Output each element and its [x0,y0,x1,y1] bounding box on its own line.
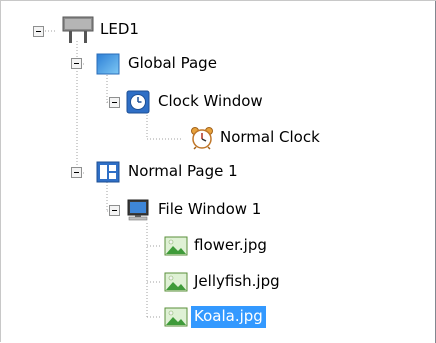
collapse-toggle-led1[interactable] [33,26,44,37]
tree-node-label: Normal Page 1 [128,162,238,180]
image-file-icon [163,270,189,294]
tree-node-flower-jpg[interactable]: flower.jpg [191,234,270,258]
tree-node-jellyfish-jpg[interactable]: Jellyfish.jpg [191,270,283,294]
page-layout-icon [95,160,121,184]
tree-node-label: Clock Window [158,92,263,110]
tree-node-koala-jpg[interactable]: Koala.jpg [191,305,266,329]
tree-node-led1[interactable]: LED1 [97,18,142,42]
collapse-toggle-clock-window[interactable] [109,97,120,108]
image-file-icon [163,305,189,329]
clock-window-icon [125,90,151,114]
collapse-toggle-normal-page-1[interactable] [71,167,82,178]
tree-node-file-window-1[interactable]: File Window 1 [155,198,264,222]
tree-node-label: Normal Clock [220,128,320,146]
image-file-icon [163,234,189,258]
tree-node-label: Global Page [128,54,217,72]
tree-node-label: File Window 1 [158,200,262,218]
page-icon [95,52,121,76]
led-screen-icon [61,15,95,45]
collapse-toggle-global-page[interactable] [71,58,82,69]
alarm-clock-icon [189,126,215,150]
computer-monitor-icon [125,198,151,222]
tree-node-global-page[interactable]: Global Page [125,52,220,76]
tree-view-panel: LED1 Global Page Clock Window Normal Clo… [0,0,436,343]
tree-node-normal-clock[interactable]: Normal Clock [217,126,323,150]
collapse-toggle-file-window-1[interactable] [109,205,120,216]
tree-node-normal-page-1[interactable]: Normal Page 1 [125,160,241,184]
tree-node-label: flower.jpg [194,236,267,254]
tree-node-label: Jellyfish.jpg [194,272,280,290]
tree-node-label-selected: Koala.jpg [191,306,266,328]
tree-node-clock-window[interactable]: Clock Window [155,90,266,114]
tree-node-label: LED1 [100,20,139,38]
